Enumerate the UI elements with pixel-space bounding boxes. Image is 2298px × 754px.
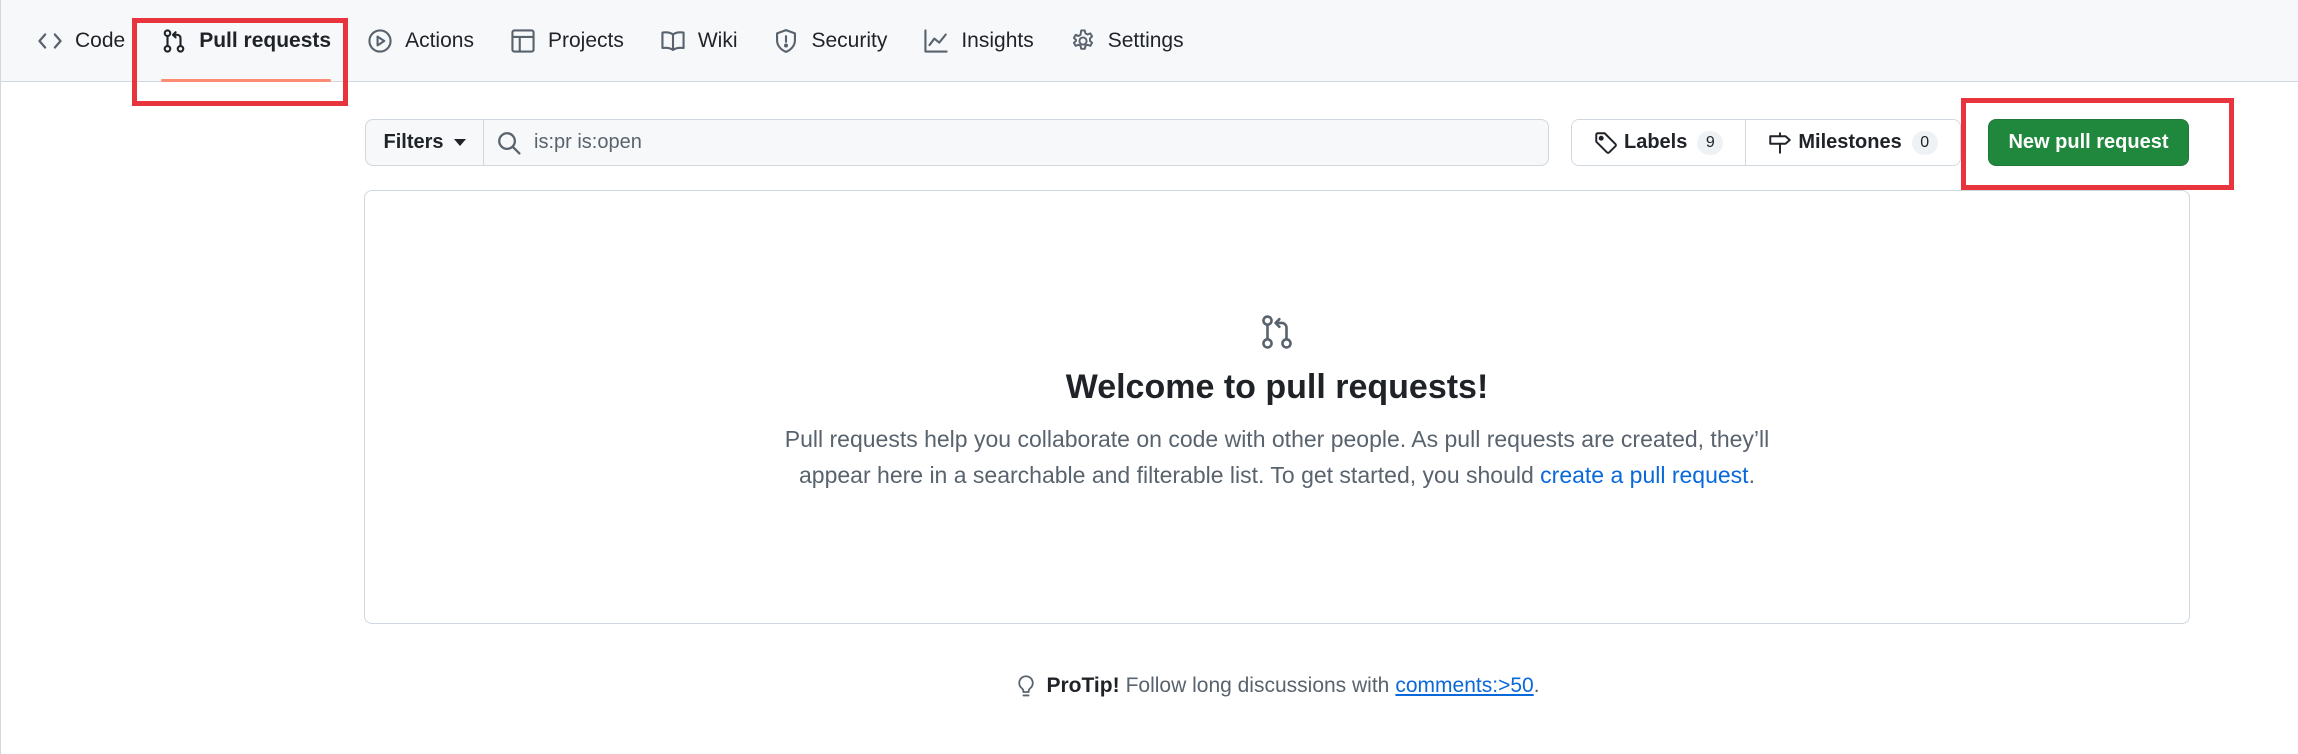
git-pull-request-icon <box>161 28 187 54</box>
tab-label: Pull requests <box>199 28 332 52</box>
tab-security[interactable]: Security <box>773 0 907 82</box>
tab-label: Security <box>811 28 888 52</box>
description-line-1: Pull requests help you collaborate on co… <box>784 426 1770 452</box>
search-input[interactable] <box>534 131 1434 154</box>
gear-icon <box>1070 28 1096 54</box>
empty-state-description: Pull requests help you collaborate on co… <box>365 421 2189 493</box>
tab-label: Actions <box>405 28 474 52</box>
milestones-label: Milestones <box>1798 131 1902 153</box>
labels-milestones-group: Labels 9 Milestones 0 <box>1571 119 1961 166</box>
tab-insights[interactable]: Insights <box>923 0 1053 82</box>
description-end: . <box>1748 462 1755 488</box>
protip-search-link[interactable]: comments:>50 <box>1395 674 1533 698</box>
tab-label: Settings <box>1107 28 1184 52</box>
protip-label: ProTip! <box>1046 674 1120 697</box>
graph-icon <box>923 28 949 54</box>
page: Code Pull requests Actions Projects Wiki <box>0 0 2298 754</box>
protip: ProTip! Follow long discussions with com… <box>1 674 2298 698</box>
code-icon <box>37 28 63 54</box>
tab-wiki[interactable]: Wiki <box>660 0 758 82</box>
milestones-button[interactable]: Milestones 0 <box>1745 120 1960 165</box>
tab-actions[interactable]: Actions <box>367 0 494 82</box>
search-icon <box>496 130 522 156</box>
milestone-icon <box>1768 131 1792 155</box>
book-icon <box>660 28 686 54</box>
tab-projects[interactable]: Projects <box>510 0 644 82</box>
labels-count-badge: 9 <box>1697 130 1724 155</box>
description-line-2: appear here in a searchable and filterab… <box>365 457 2189 493</box>
milestones-count-badge: 0 <box>1911 130 1938 155</box>
protip-end: . <box>1533 674 1540 697</box>
git-pull-request-icon <box>1258 313 1296 351</box>
description-text: appear here in a searchable and filterab… <box>799 462 1541 488</box>
create-pull-request-link[interactable]: create a pull request <box>1540 462 1748 488</box>
repo-nav: Code Pull requests Actions Projects Wiki <box>1 0 2298 82</box>
shield-icon <box>773 28 799 54</box>
light-bulb-icon <box>1014 674 1038 698</box>
tab-pull-requests[interactable]: Pull requests <box>161 0 351 82</box>
table-icon <box>510 28 536 54</box>
filters-button[interactable]: Filters <box>365 119 483 166</box>
new-pull-request-button[interactable]: New pull request <box>1988 119 2189 166</box>
tag-icon <box>1594 131 1618 155</box>
empty-state-panel: Welcome to pull requests! Pull requests … <box>364 190 2190 624</box>
labels-label: Labels <box>1624 131 1688 153</box>
tab-label: Wiki <box>697 28 738 52</box>
filters-label: Filters <box>383 131 444 153</box>
tab-label: Code <box>75 28 126 52</box>
tab-settings[interactable]: Settings <box>1070 0 1204 82</box>
filter-bar: Filters <box>365 119 1549 166</box>
empty-state-title: Welcome to pull requests! <box>1065 368 1489 406</box>
labels-button[interactable]: Labels 9 <box>1572 120 1746 165</box>
protip-text: Follow long discussions with <box>1125 674 1390 697</box>
tab-code[interactable]: Code <box>37 0 145 82</box>
caret-down-icon <box>453 139 466 146</box>
search-field[interactable] <box>483 119 1549 166</box>
tab-label: Insights <box>961 28 1034 52</box>
play-icon <box>367 28 393 54</box>
tab-label: Projects <box>547 28 624 52</box>
